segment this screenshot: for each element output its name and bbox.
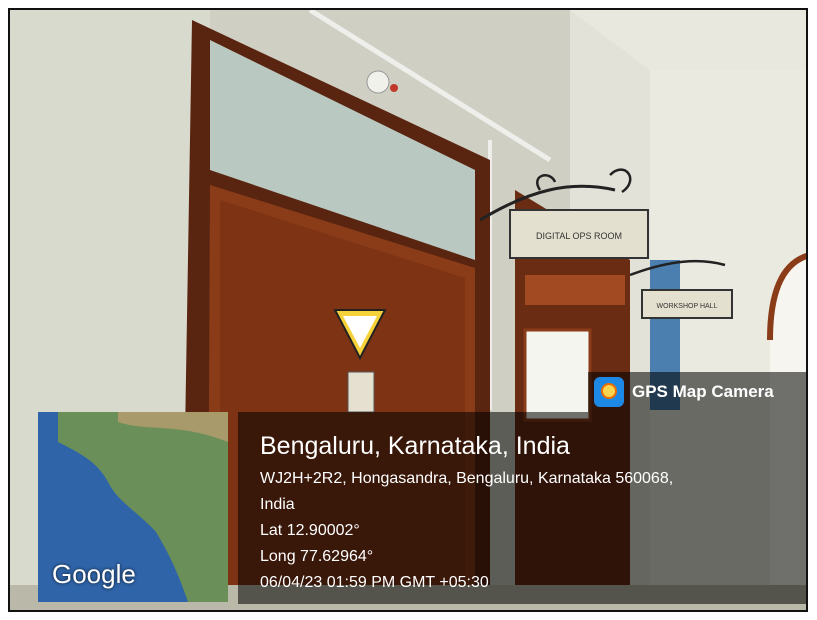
photo-frame: DIGITAL OPS ROOM WORKSHOP HALL GPS Map C… — [0, 0, 817, 620]
gps-camera-logo-icon — [594, 377, 624, 407]
app-watermark-badge: GPS Map Camera — [588, 372, 806, 412]
smoke-detector — [366, 70, 390, 94]
map-brand-label: Google — [52, 559, 136, 589]
longitude-text: Long 77.62964° — [260, 548, 374, 565]
address-line-2: India — [260, 496, 295, 513]
geotag-info-panel: Bengaluru, Karnataka, India WJ2H+2R2, Ho… — [238, 412, 806, 604]
sign-main-text: DIGITAL OPS ROOM — [536, 231, 622, 241]
second-door-lintel — [525, 275, 625, 305]
detector-light — [390, 84, 398, 92]
sign-secondary-text: WORKSHOP HALL — [657, 303, 718, 310]
latitude-text: Lat 12.90002° — [260, 522, 360, 539]
location-minimap: Google — [38, 412, 228, 602]
door-notice — [347, 371, 375, 413]
far-window — [525, 330, 590, 420]
location-title: Bengaluru, Karnataka, India — [260, 432, 570, 460]
app-name: GPS Map Camera — [632, 382, 774, 401]
geotagged-photo: DIGITAL OPS ROOM WORKSHOP HALL GPS Map C… — [8, 8, 808, 612]
timestamp-text: 06/04/23 01:59 PM GMT +05:30 — [260, 574, 489, 591]
address-line-1: WJ2H+2R2, Hongasandra, Bengaluru, Karnat… — [260, 470, 674, 487]
